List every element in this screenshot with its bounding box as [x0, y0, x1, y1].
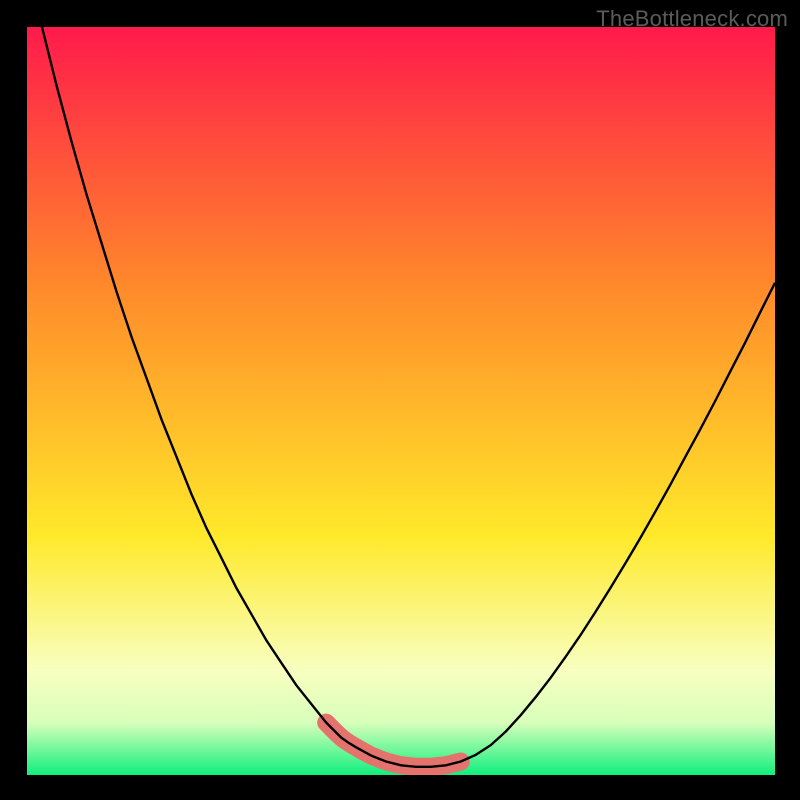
gradient-background: [27, 27, 775, 775]
chart-frame: TheBottleneck.com: [0, 0, 800, 800]
plot-area: [27, 27, 775, 775]
attribution-watermark: TheBottleneck.com: [596, 6, 788, 32]
bottleneck-chart: [27, 27, 775, 775]
